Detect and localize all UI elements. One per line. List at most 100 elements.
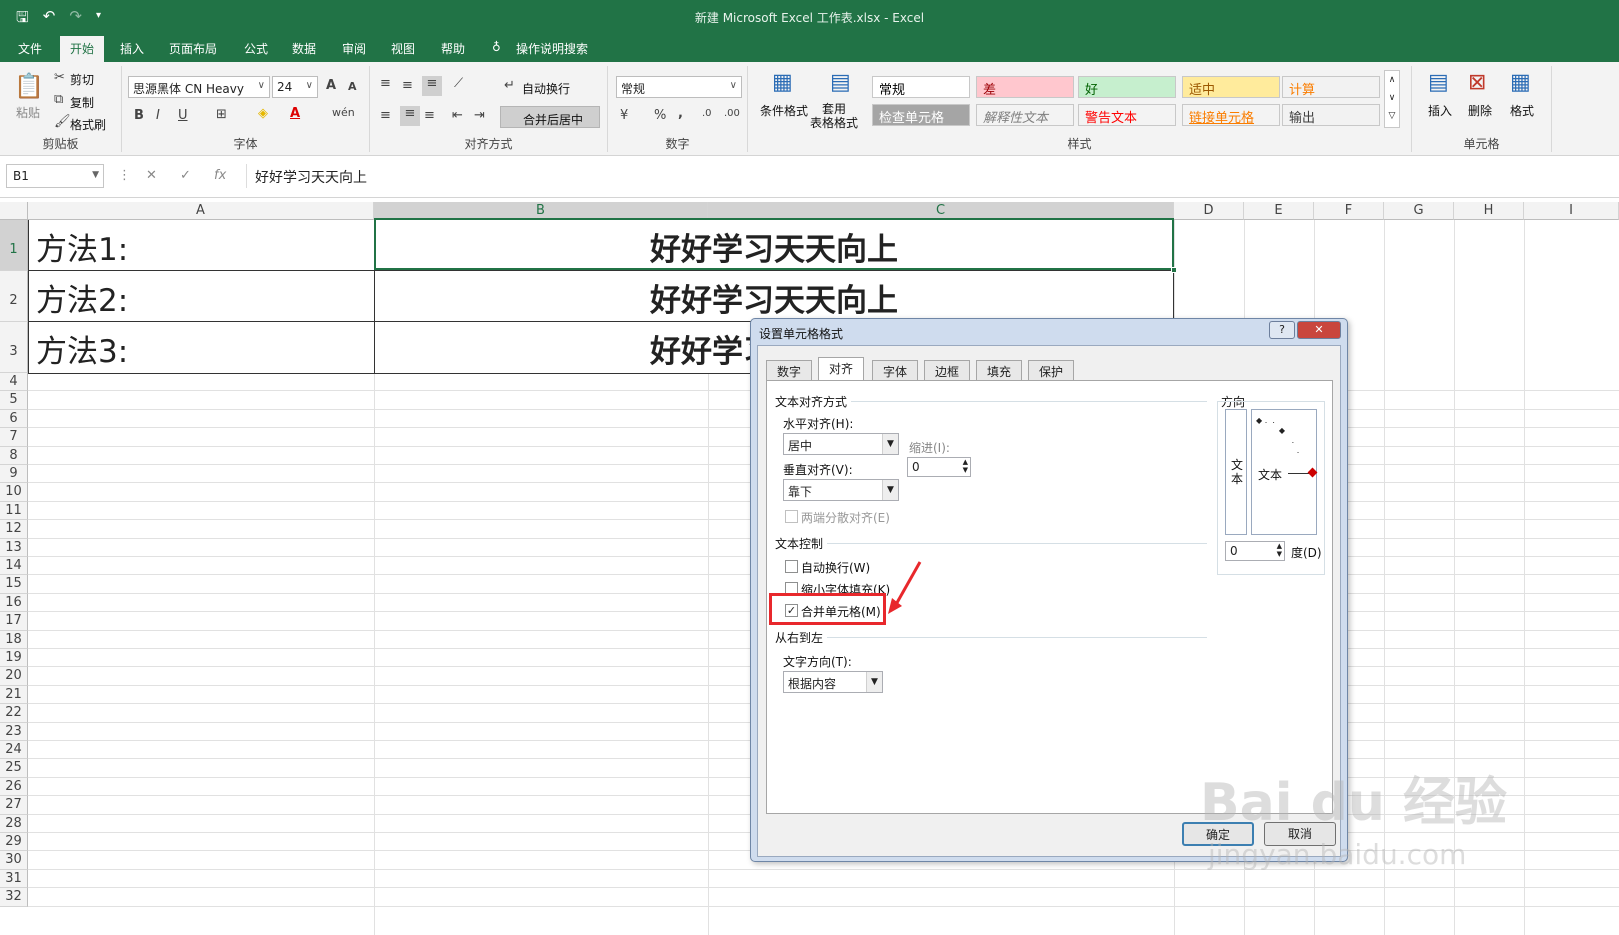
- format-painter-icon[interactable]: 🖌: [54, 114, 71, 129]
- orientation-icon[interactable]: ⟋: [454, 76, 463, 91]
- merge-center-button[interactable]: 合并后居中: [500, 106, 600, 128]
- tab-protection[interactable]: 保护: [1028, 360, 1075, 380]
- number-format-select[interactable]: 常规 ∨: [616, 76, 742, 98]
- copy-icon[interactable]: ⧉: [54, 92, 63, 107]
- tab-file[interactable]: 文件: [18, 40, 42, 57]
- format-cells-icon[interactable]: ▦: [1510, 70, 1531, 95]
- cell-style-6[interactable]: 解释性文本: [976, 104, 1074, 126]
- bold-button[interactable]: B: [134, 108, 144, 123]
- orientation-handle[interactable]: [1307, 467, 1318, 478]
- vertical-text-button[interactable]: 文 本: [1225, 409, 1247, 535]
- row-header-18[interactable]: 18: [0, 630, 28, 649]
- tab-formulas[interactable]: 公式: [244, 40, 268, 57]
- cell-style-4[interactable]: 计算: [1282, 76, 1380, 98]
- cell-a2[interactable]: 方法2:: [36, 275, 128, 320]
- align-top-icon[interactable]: ≡: [380, 76, 391, 91]
- column-header-h[interactable]: H: [1454, 202, 1524, 220]
- row-header-32[interactable]: 32: [0, 888, 28, 907]
- cell-b2-merged[interactable]: 好好学习天天向上: [650, 275, 898, 320]
- row-header-30[interactable]: 30: [0, 851, 28, 870]
- borders-icon[interactable]: ⊞: [216, 107, 227, 122]
- tab-border[interactable]: 边框: [924, 360, 971, 380]
- row-header-9[interactable]: 9: [0, 465, 28, 484]
- row-header-4[interactable]: 4: [0, 373, 28, 392]
- row-header-11[interactable]: 11: [0, 501, 28, 521]
- font-size-select[interactable]: 24 ∨: [272, 76, 318, 98]
- wrap-text-icon[interactable]: ↵: [504, 78, 515, 93]
- insert-cells-button[interactable]: 插入: [1428, 102, 1452, 119]
- column-header-i[interactable]: I: [1524, 202, 1619, 220]
- increase-decimal-icon[interactable]: .0: [702, 108, 712, 119]
- tab-home[interactable]: 开始: [60, 36, 105, 62]
- tab-fill[interactable]: 填充: [976, 360, 1023, 380]
- row-header-19[interactable]: 19: [0, 649, 28, 668]
- insert-function-button[interactable]: fx: [214, 168, 226, 183]
- row-header-5[interactable]: 5: [0, 391, 28, 410]
- align-left-icon[interactable]: ≡: [380, 108, 391, 123]
- row-header-22[interactable]: 22: [0, 704, 28, 723]
- row-header-26[interactable]: 26: [0, 777, 28, 797]
- row-header-14[interactable]: 14: [0, 557, 28, 576]
- help-button[interactable]: ?: [1269, 321, 1295, 339]
- formula-input[interactable]: 好好学习天天向上: [246, 164, 1619, 188]
- decrease-indent-icon[interactable]: ⇤: [452, 108, 463, 123]
- tab-number[interactable]: 数字: [766, 360, 813, 380]
- cell-a1[interactable]: 方法1:: [36, 224, 128, 269]
- text-direction-select[interactable]: 根据内容 ▼: [783, 671, 883, 693]
- tab-font[interactable]: 字体: [872, 360, 919, 380]
- select-all-corner[interactable]: [0, 202, 28, 220]
- row-header-15[interactable]: 15: [0, 575, 28, 594]
- format-as-table-button[interactable]: 套用 表格格式: [810, 102, 858, 130]
- row-header-24[interactable]: 24: [0, 741, 28, 760]
- name-box[interactable]: B1 ▼: [6, 164, 104, 188]
- cell-a3[interactable]: 方法3:: [36, 326, 128, 371]
- column-header-f[interactable]: F: [1314, 202, 1384, 220]
- align-middle-icon[interactable]: ≡: [402, 78, 413, 93]
- tell-me-search[interactable]: 操作说明搜索: [516, 40, 588, 57]
- wrap-text-checkbox[interactable]: [785, 560, 798, 573]
- gallery-scroll[interactable]: ∧ ∨ ▽: [1384, 70, 1400, 128]
- row-header-13[interactable]: 13: [0, 538, 28, 557]
- format-cells-button[interactable]: 格式: [1510, 102, 1534, 119]
- justify-distributed-checkbox[interactable]: [785, 510, 798, 523]
- align-right-icon[interactable]: ≡: [424, 108, 435, 123]
- fill-handle[interactable]: [1171, 267, 1177, 273]
- format-as-table-icon[interactable]: ▤: [830, 70, 851, 95]
- cell-style-9[interactable]: 输出: [1282, 104, 1380, 126]
- row-header-10[interactable]: 10: [0, 483, 28, 502]
- font-name-select[interactable]: 思源黑体 CN Heavy ∨: [128, 76, 270, 98]
- tab-view[interactable]: 视图: [391, 40, 415, 57]
- row-header-25[interactable]: 25: [0, 759, 28, 778]
- grow-font-icon[interactable]: A: [326, 78, 336, 93]
- cell-style-8[interactable]: 链接单元格: [1182, 104, 1280, 126]
- format-painter-button[interactable]: 格式刷: [70, 116, 106, 133]
- cell-style-0[interactable]: 常规: [872, 76, 970, 98]
- cell-style-5[interactable]: 检查单元格: [872, 104, 970, 126]
- column-header-d[interactable]: D: [1174, 202, 1244, 220]
- row-header-8[interactable]: 8: [0, 446, 28, 465]
- spin-arrows-icon[interactable]: ▲ ▼: [1277, 542, 1282, 558]
- insert-cells-icon[interactable]: ▤: [1428, 70, 1449, 95]
- cell-style-1[interactable]: 差: [976, 76, 1074, 98]
- cell-b1-merged[interactable]: 好好学习天天向上: [650, 224, 898, 269]
- row-header-28[interactable]: 28: [0, 814, 28, 833]
- row-header-23[interactable]: 23: [0, 722, 28, 741]
- align-bottom-icon[interactable]: ≡: [422, 76, 442, 96]
- paste-icon[interactable]: 📋: [14, 72, 44, 100]
- cut-button[interactable]: 剪切: [70, 71, 94, 88]
- column-header-a[interactable]: A: [28, 202, 374, 220]
- row-header-3[interactable]: 3: [0, 322, 28, 373]
- tab-page-layout[interactable]: 页面布局: [169, 40, 217, 57]
- row-header-21[interactable]: 21: [0, 685, 28, 705]
- tab-insert[interactable]: 插入: [120, 40, 144, 57]
- phonetic-icon[interactable]: wén: [332, 106, 355, 119]
- row-header-29[interactable]: 29: [0, 833, 28, 852]
- row-header-6[interactable]: 6: [0, 409, 28, 429]
- increase-indent-icon[interactable]: ⇥: [474, 108, 485, 123]
- cancel-icon[interactable]: ✕: [146, 168, 157, 183]
- indent-spinner[interactable]: 0 ▲ ▼: [907, 457, 971, 477]
- vertical-select[interactable]: 靠下 ▼: [783, 479, 899, 501]
- italic-button[interactable]: I: [156, 108, 160, 123]
- fill-color-icon[interactable]: ◈: [258, 106, 268, 121]
- wrap-text-button[interactable]: 自动换行: [522, 80, 570, 97]
